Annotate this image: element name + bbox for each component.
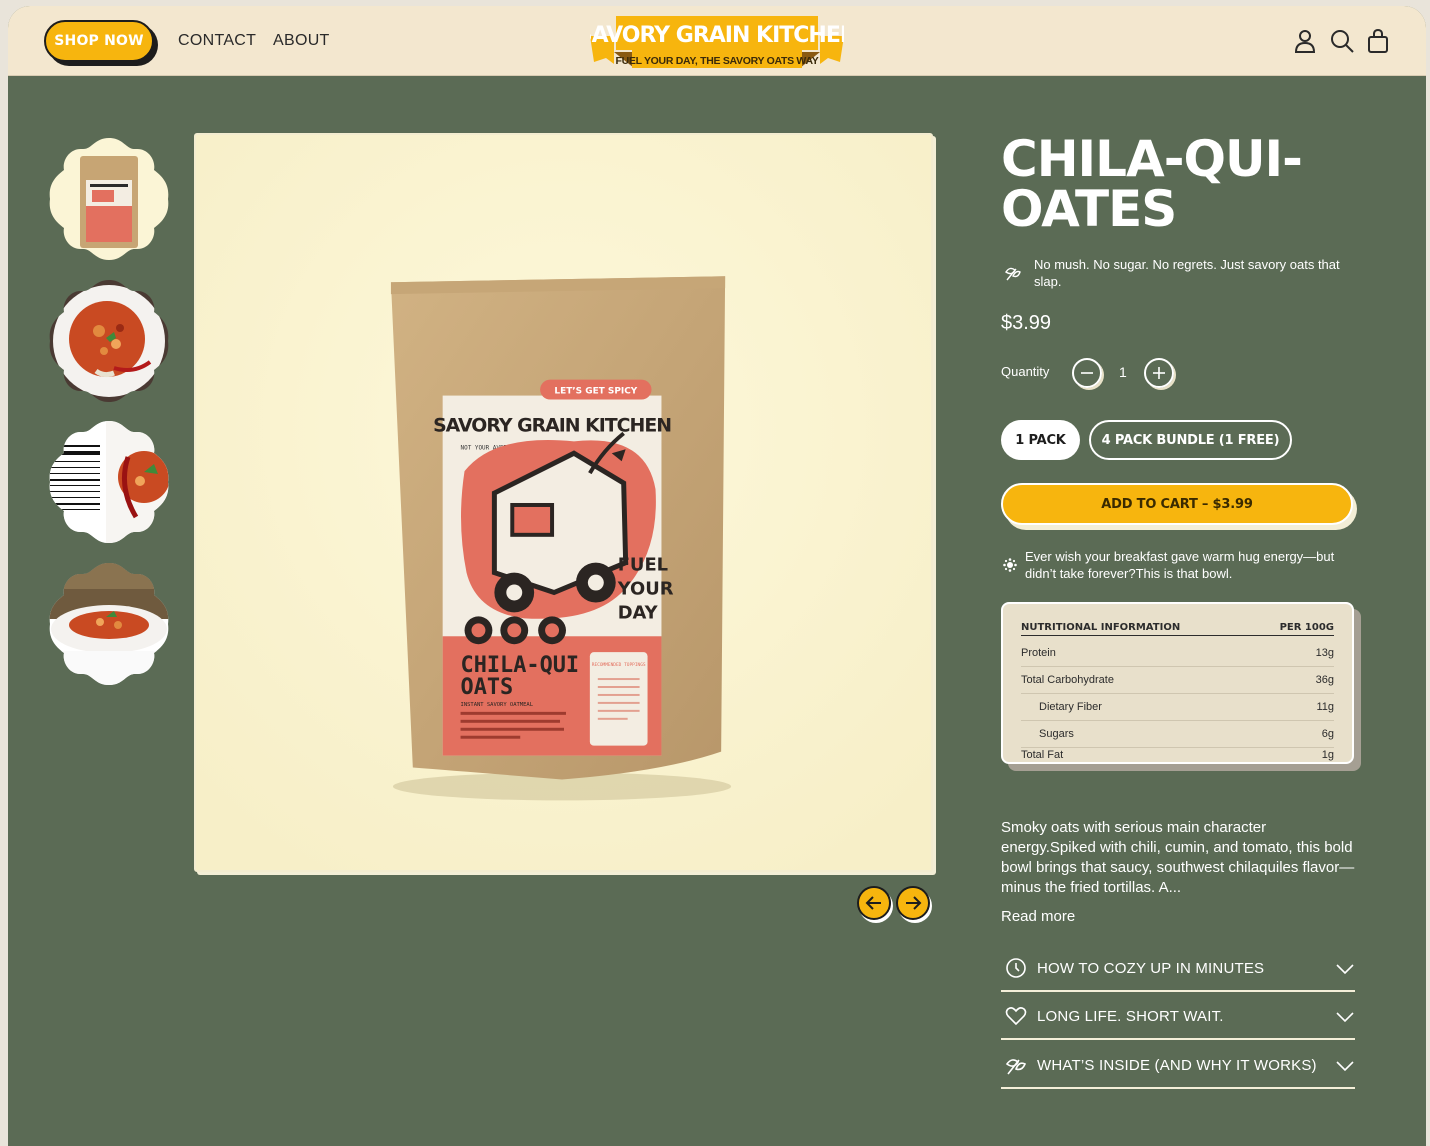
nutrition-row: Dietary Fiber 11g (1021, 694, 1334, 721)
leaf-icon (1005, 267, 1021, 281)
thumbnail-nutrition-label[interactable] (44, 417, 174, 547)
arrow-right-icon (906, 896, 922, 910)
accordion-whats-inside[interactable]: WHAT’S INSIDE (AND WHY IT WORKS) (1001, 1041, 1355, 1089)
nutrition-row-name: Total Fat (1021, 749, 1064, 761)
package-subtitle: INSTANT SAVORY OATMEAL (461, 702, 534, 708)
heart-icon (1005, 1007, 1027, 1026)
clock-icon (1006, 958, 1026, 978)
nutrition-row-name: Sugars (1039, 728, 1074, 740)
nav-about-link[interactable]: ABOUT (273, 32, 330, 50)
thumbnail-bowl-top[interactable] (44, 276, 174, 406)
product-title-line-1: CHILA-QUI- (1001, 130, 1303, 188)
nutrition-row-value: 13g (1315, 647, 1334, 659)
package-fuel-2: YOUR (617, 578, 674, 599)
accordion-label: HOW TO COZY UP IN MINUTES (1037, 960, 1265, 977)
nutrition-title: NUTRITIONAL INFORMATION (1021, 622, 1181, 633)
nutrition-row-value: 1g (1321, 749, 1334, 761)
nutrition-row-value: 11g (1316, 701, 1334, 713)
nutrition-row: Total Carbohydrate 36g (1021, 667, 1334, 694)
nav-contact-link[interactable]: CONTACT (178, 32, 256, 50)
quantity-label: Quantity (1001, 364, 1050, 379)
product-description: Smoky oats with serious main character e… (1001, 819, 1355, 896)
product-hug-text: Ever wish your breakfast gave warm hug e… (1025, 549, 1335, 581)
nutrition-header: NUTRITIONAL INFORMATION PER 100G (1021, 622, 1334, 636)
product-tagline: No mush. No sugar. No regrets. Just savo… (1034, 257, 1340, 289)
nutrition-row: Protein 13g (1021, 640, 1334, 667)
add-to-cart-button[interactable]: ADD TO CART – $3.99 (1001, 483, 1353, 525)
nutrition-row-name: Total Carbohydrate (1021, 674, 1114, 686)
product-title: CHILA-QUI- OATES (1001, 134, 1401, 234)
package-fuel-3: DAY (618, 602, 659, 623)
quantity-decrease-button[interactable] (1072, 358, 1102, 388)
site-header: SHOP NOW CONTACT ABOUT SAVORY GRAIN KITC… (8, 6, 1426, 76)
package-badge: LET’S GET SPICY (554, 387, 637, 397)
product-price: $3.99 (1001, 312, 1052, 334)
leaf-icon (1005, 1059, 1027, 1075)
previous-image-button[interactable] (857, 886, 891, 920)
site-logo[interactable]: SAVORY GRAIN KITCHEN FUEL YOUR DAY, THE … (590, 14, 844, 70)
package-fuel-1: FUEL (618, 555, 668, 576)
accordion-label: LONG LIFE. SHORT WAIT. (1037, 1008, 1224, 1025)
pack-option-single[interactable]: 1 PACK (1001, 420, 1080, 460)
arrow-left-icon (865, 896, 881, 910)
thumbnail-package[interactable] (44, 134, 174, 264)
minus-icon (1081, 372, 1093, 374)
main-product-image: LET’S GET SPICY SAVORY GRAIN KITCHEN NOT… (194, 133, 933, 872)
quantity-increase-button[interactable] (1144, 358, 1174, 388)
bag-icon[interactable] (1365, 28, 1391, 54)
nutrition-row: Total Fat 1g (1021, 748, 1334, 762)
nutrition-row-name: Dietary Fiber (1039, 701, 1102, 713)
chevron-down-icon (1336, 1061, 1354, 1072)
package-brand: SAVORY GRAIN KITCHEN (433, 414, 671, 436)
accordion-long-life[interactable]: LONG LIFE. SHORT WAIT. (1001, 992, 1355, 1040)
nutrition-row-value: 36g (1315, 674, 1334, 686)
nutrition-row-name: Protein (1021, 647, 1056, 659)
quantity-value[interactable]: 1 (1119, 364, 1127, 380)
product-title-line-2: OATES (1001, 180, 1177, 238)
logo-title: SAVORY GRAIN KITCHEN (590, 23, 844, 48)
nutrition-row: Sugars 6g (1021, 721, 1334, 748)
nutrition-per: PER 100G (1279, 622, 1334, 633)
shop-now-button[interactable]: SHOP NOW (44, 20, 154, 62)
package-toppings: RECOMMENDED TOPPINGS (592, 662, 646, 668)
accordion-cozy-up[interactable]: HOW TO COZY UP IN MINUTES (1001, 944, 1355, 992)
user-icon[interactable] (1292, 28, 1318, 54)
nutrition-table: NUTRITIONAL INFORMATION PER 100G Protein… (1001, 602, 1354, 764)
chevron-down-icon (1336, 1012, 1354, 1023)
sparkle-icon (1003, 558, 1017, 572)
pack-option-bundle[interactable]: 4 PACK BUNDLE (1 FREE) (1089, 420, 1292, 460)
next-image-button[interactable] (896, 886, 930, 920)
page-frame: SHOP NOW CONTACT ABOUT SAVORY GRAIN KITC… (8, 6, 1426, 1146)
search-icon[interactable] (1329, 28, 1355, 54)
plus-icon (1153, 367, 1165, 379)
logo-tagline: FUEL YOUR DAY, THE SAVORY OATS WAY (616, 55, 819, 67)
accordion-label: WHAT’S INSIDE (AND WHY IT WORKS) (1037, 1057, 1317, 1074)
chevron-down-icon (1336, 964, 1354, 975)
thumbnail-bowl-side[interactable] (44, 559, 174, 689)
read-more-link[interactable]: Read more (1001, 908, 1075, 925)
nutrition-row-value: 6g (1321, 728, 1334, 740)
package-name-2: OATS (461, 675, 514, 700)
